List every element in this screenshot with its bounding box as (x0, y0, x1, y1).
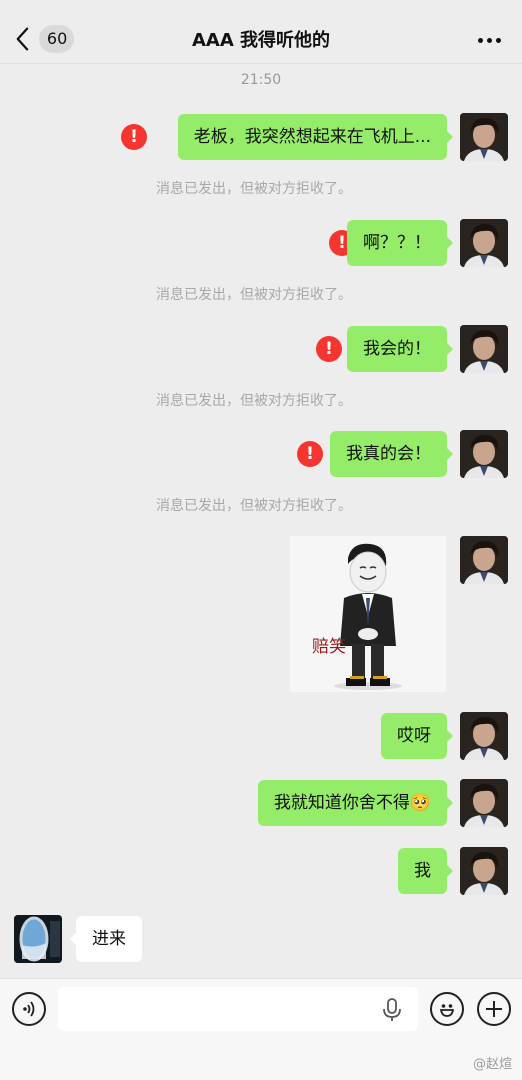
dot-icon (478, 37, 483, 43)
rejected-notice: 消息已发出，但被对方拒收了。 (156, 498, 352, 514)
voice-icon[interactable] (12, 992, 46, 1026)
my-avatar[interactable] (460, 536, 508, 584)
my-avatar[interactable] (460, 219, 508, 267)
message-bubble[interactable]: 老板，我突然想起来在飞机上... (177, 114, 454, 160)
send-failed-icon[interactable]: ! (121, 124, 147, 150)
contact-avatar[interactable] (14, 915, 62, 963)
emoji-icon[interactable] (430, 992, 464, 1026)
plus-icon[interactable] (477, 992, 511, 1026)
sticker-message[interactable]: 赔笑 (290, 536, 446, 692)
rejected-notice: 消息已发出，但被对方拒收了。 (156, 181, 352, 197)
message-timestamp: 21:50 (240, 72, 282, 88)
my-avatar[interactable] (460, 430, 508, 478)
more-options-button[interactable] (478, 30, 502, 50)
sticker-caption: 赔笑 (312, 637, 346, 657)
my-avatar[interactable] (460, 779, 508, 827)
message-bubble[interactable]: 我 (398, 848, 453, 894)
message-bubble[interactable]: 我真的会！ (330, 431, 453, 477)
my-avatar[interactable] (460, 847, 508, 895)
message-bubble[interactable]: 我会的！ (347, 326, 453, 372)
watermark: @赵煊 (472, 1057, 512, 1072)
message-bubble[interactable]: 我就知道你舍不得🥺 (257, 780, 454, 826)
microphone-icon[interactable] (380, 997, 404, 1023)
incoming-message-bubble[interactable]: 进来 (70, 916, 142, 962)
message-bubble[interactable]: 啊？？！ (347, 220, 453, 266)
my-avatar[interactable] (460, 113, 508, 161)
send-failed-icon[interactable]: ! (316, 336, 342, 362)
dot-icon (487, 37, 492, 43)
send-failed-icon[interactable]: ! (297, 441, 323, 467)
my-avatar[interactable] (460, 325, 508, 373)
message-input-bar: @赵煊 (0, 978, 522, 1080)
chat-title: AAA 我得听他的 (191, 30, 331, 51)
message-input[interactable] (58, 987, 418, 1031)
chat-header: 60 AAA 我得听他的 (0, 0, 522, 64)
my-avatar[interactable] (460, 712, 508, 760)
rejected-notice: 消息已发出，但被对方拒收了。 (156, 287, 352, 303)
rejected-notice: 消息已发出，但被对方拒收了。 (156, 393, 352, 409)
message-bubble[interactable]: 哎呀 (381, 713, 453, 759)
dot-icon (496, 37, 501, 43)
smiling-man-sticker-image (334, 543, 402, 690)
